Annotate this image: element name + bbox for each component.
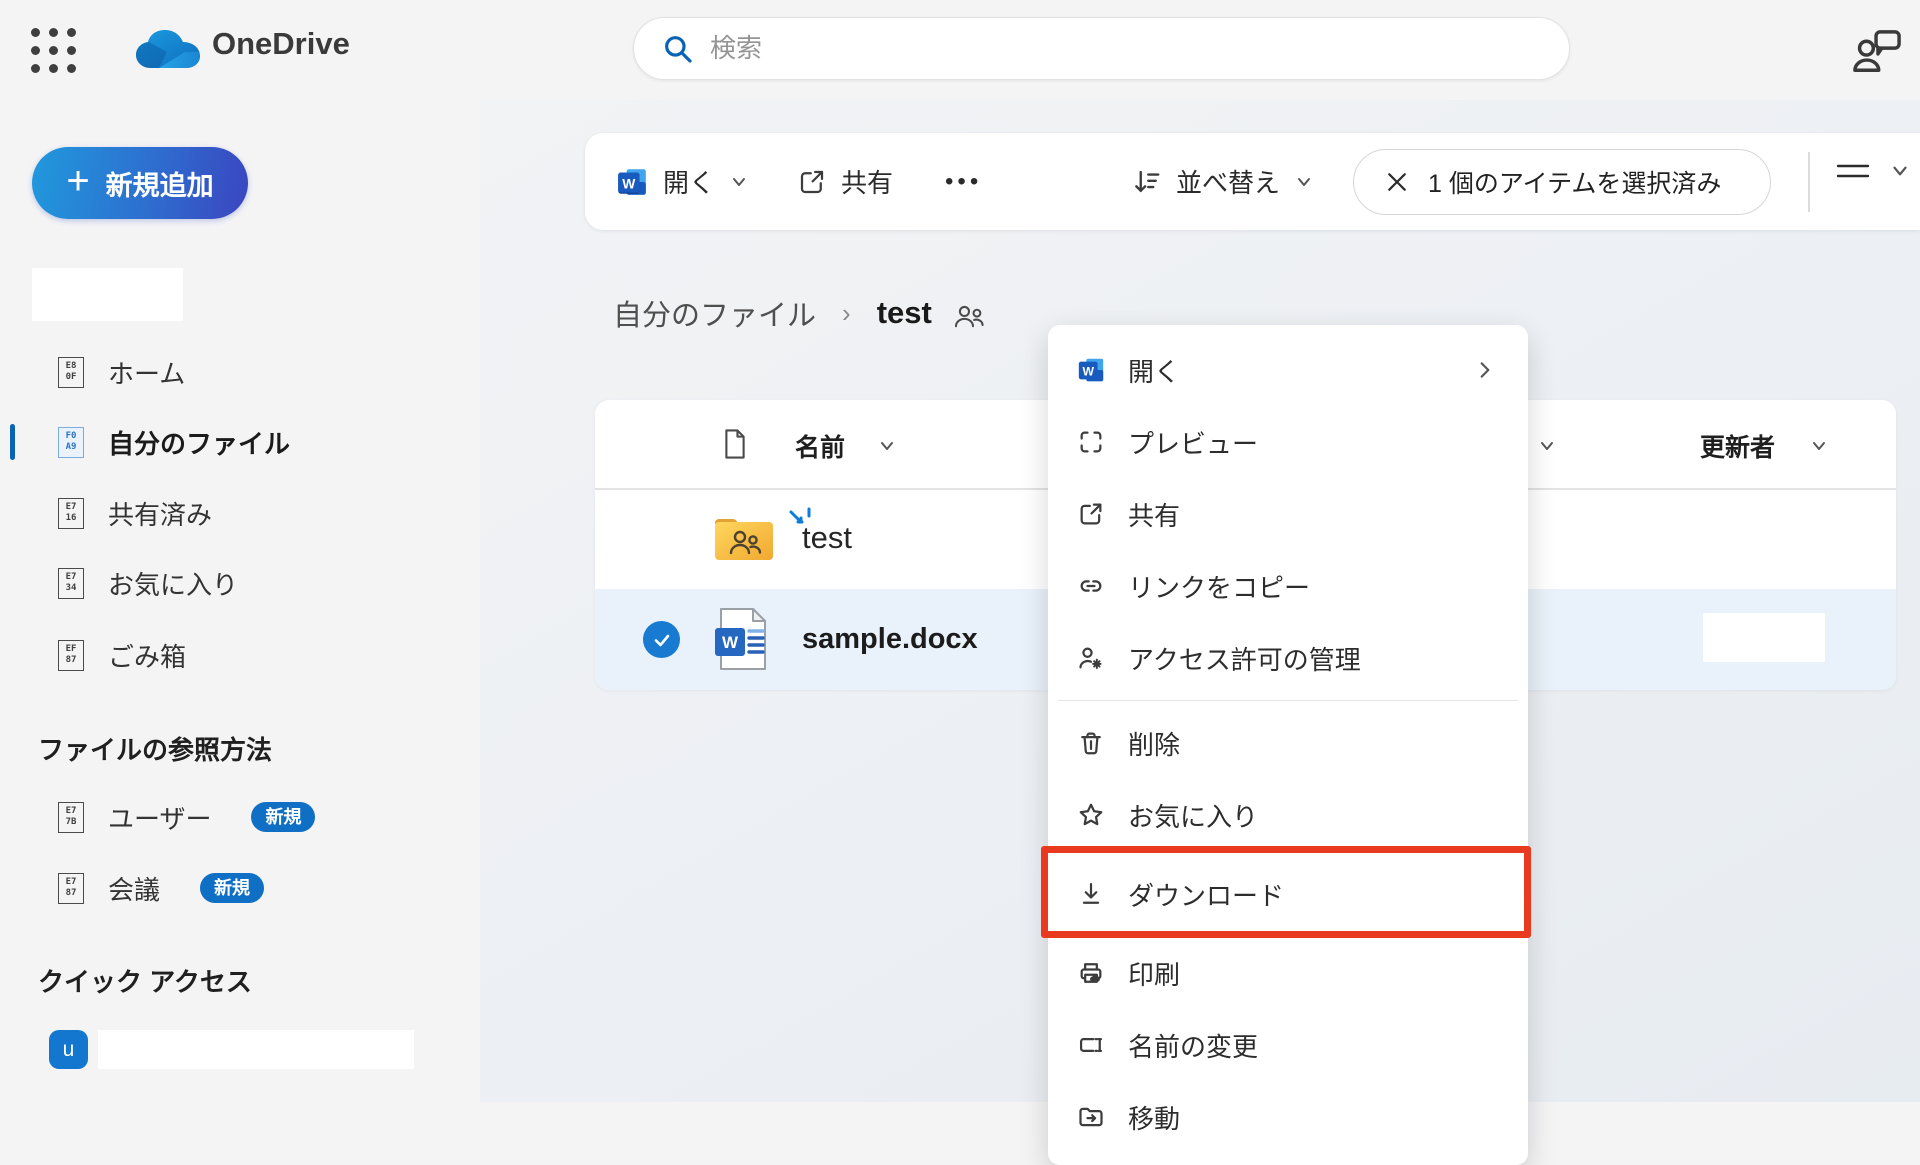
breadcrumb-separator: › [842, 298, 851, 329]
toolbar-divider [1808, 152, 1810, 212]
delete-icon [1077, 729, 1105, 757]
plus-icon: + [66, 161, 89, 201]
selection-count-pill[interactable]: 1 個のアイテムを選択済み [1353, 149, 1771, 215]
manage-access-icon [1077, 644, 1105, 672]
new-badge: 新規 [251, 802, 315, 832]
redacted-quick-access-name [98, 1030, 414, 1069]
svg-text:W: W [1082, 365, 1094, 379]
new-badge: 新規 [200, 873, 264, 903]
feedback-person-chat-icon[interactable] [1848, 28, 1906, 76]
breadcrumb-current-folder: test [877, 295, 932, 331]
more-commands-button[interactable]: ••• [945, 168, 982, 196]
menu-item-download[interactable]: ダウンロード [1048, 851, 1528, 937]
ellipsis-icon: ••• [945, 168, 982, 196]
column-header-name[interactable]: 名前 [795, 428, 845, 464]
print-icon [1077, 959, 1105, 987]
menu-item-rename[interactable]: 名前の変更 [1048, 1009, 1528, 1081]
sort-icon [1132, 167, 1162, 197]
chevron-right-icon [1474, 359, 1496, 381]
open-button[interactable]: W 開く [615, 163, 749, 200]
chevron-down-icon[interactable] [877, 436, 897, 456]
menu-item-copy-link[interactable]: リンクをコピー [1048, 550, 1528, 622]
sort-button[interactable]: 並べ替え [1132, 163, 1314, 200]
column-header-modified-by[interactable]: 更新者 [1700, 428, 1775, 464]
menu-divider [1048, 694, 1528, 707]
menu-item-preview[interactable]: プレビュー [1048, 406, 1528, 478]
top-header: OneDrive [0, 0, 1920, 100]
menu-item-print[interactable]: 印刷 [1048, 937, 1528, 1009]
word-logo-icon: W [1076, 355, 1106, 385]
favorites-icon: E7 34 [58, 568, 84, 599]
copy-link-icon [1077, 572, 1105, 600]
file-name[interactable]: test [802, 520, 852, 556]
svg-text:W: W [722, 633, 739, 652]
file-name[interactable]: sample.docx [802, 623, 978, 656]
menu-item-favorite[interactable]: お気に入り [1048, 779, 1528, 851]
chevron-down-icon [1889, 160, 1911, 182]
clear-selection-x-icon[interactable] [1386, 171, 1408, 193]
shared-people-icon [952, 302, 986, 330]
rename-icon [1077, 1031, 1105, 1059]
people-icon: E7 7B [58, 802, 84, 833]
shared-icon: E7 16 [58, 498, 84, 529]
sidebar-item-recycle-bin[interactable]: EF 87 ごみ箱 [0, 626, 480, 684]
sidebar-item-home[interactable]: E8 0F ホーム [0, 343, 480, 401]
share-icon [1077, 500, 1105, 528]
menu-item-share[interactable]: 共有 [1048, 478, 1528, 550]
menu-item-delete[interactable]: 削除 [1048, 707, 1528, 779]
menu-item-manage-access[interactable]: アクセス許可の管理 [1048, 622, 1528, 694]
redacted-modified-by [1703, 613, 1825, 662]
menu-item-open[interactable]: W 開く [1048, 334, 1528, 406]
hidden-column-chevron-down-icon[interactable] [1537, 436, 1557, 456]
app-title: OneDrive [212, 26, 350, 62]
context-menu: W 開く プレビュー 共有 [1048, 325, 1528, 1165]
browse-section-title: ファイルの参照方法 [38, 730, 272, 767]
chevron-down-icon [729, 172, 749, 192]
word-document-icon: W [711, 606, 773, 672]
document-column-icon [722, 428, 748, 460]
meetings-icon: E7 87 [58, 873, 84, 904]
word-logo-icon: W [615, 165, 649, 199]
view-options-button[interactable] [1835, 157, 1911, 185]
chevron-down-icon [1294, 172, 1314, 192]
command-toolbar: W 開く 共有 ••• 並べ替え 1 個のアイテムを選択済み [585, 133, 1920, 230]
app-launcher-waffle-icon[interactable] [26, 23, 80, 77]
preview-icon [1077, 428, 1105, 456]
share-icon [797, 167, 827, 197]
add-new-button[interactable]: + 新規追加 [32, 147, 248, 219]
sidebar-item-people[interactable]: E7 7B ユーザー 新規 [0, 788, 480, 846]
selected-checkmark-icon[interactable] [643, 621, 680, 658]
breadcrumb: 自分のファイル › test [613, 292, 986, 334]
favorite-star-icon [1077, 801, 1105, 829]
search-bar[interactable] [633, 17, 1570, 80]
svg-text:W: W [622, 175, 636, 191]
menu-item-move[interactable]: 移動 [1048, 1081, 1528, 1153]
breadcrumb-root[interactable]: 自分のファイル [613, 292, 816, 334]
sidebar: + 新規追加 E8 0F ホーム F0 A9 自分のファイル E7 16 共有済… [0, 100, 480, 1102]
download-icon [1077, 880, 1105, 908]
search-icon [662, 33, 694, 65]
sidebar-item-my-files[interactable]: F0 A9 自分のファイル [0, 413, 480, 471]
redacted-account-name [32, 268, 183, 321]
quick-access-section-title: クイック アクセス [38, 962, 252, 999]
my-files-icon: F0 A9 [58, 427, 84, 458]
recycle-bin-icon: EF 87 [58, 640, 84, 671]
sidebar-item-shared[interactable]: E7 16 共有済み [0, 484, 480, 542]
home-icon: E8 0F [58, 357, 84, 388]
shared-folder-icon [713, 513, 775, 563]
move-icon [1077, 1103, 1105, 1131]
sidebar-item-meetings[interactable]: E7 87 会議 新規 [0, 859, 480, 917]
search-input[interactable] [710, 33, 1510, 64]
onedrive-cloud-logo-icon [133, 28, 203, 74]
list-view-icon [1835, 157, 1871, 185]
quick-access-site-avatar[interactable]: u [49, 1030, 88, 1069]
sidebar-item-favorites[interactable]: E7 34 お気に入り [0, 554, 480, 612]
share-button[interactable]: 共有 [797, 163, 893, 200]
chevron-down-icon[interactable] [1809, 436, 1829, 456]
